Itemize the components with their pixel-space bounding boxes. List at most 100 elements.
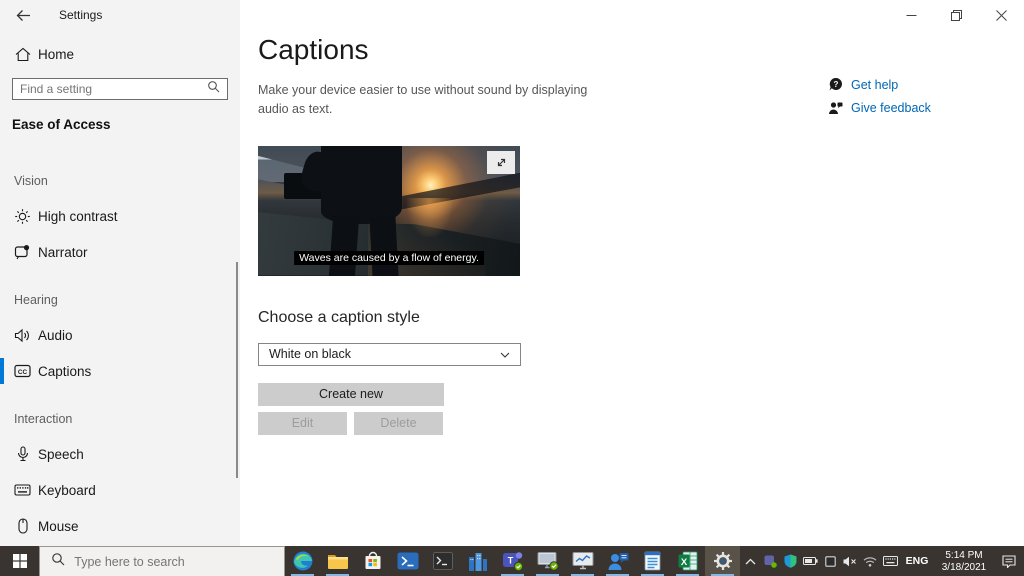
give-feedback-link[interactable]: Give feedback: [827, 100, 931, 115]
taskbar-apps: T X: [285, 546, 740, 576]
sidebar-item-label: Audio: [38, 328, 73, 343]
taskbar-edge-icon[interactable]: [285, 546, 320, 576]
tray-network-icon[interactable]: [860, 546, 880, 576]
settings-window: Settings Home Ease of Access Vision High…: [0, 0, 1024, 546]
taskbar-teams-icon[interactable]: T: [495, 546, 530, 576]
sidebar-item-keyboard[interactable]: Keyboard: [0, 472, 240, 508]
sidebar-item-label: Mouse: [38, 519, 79, 534]
person-leg: [369, 216, 398, 275]
tray-language-indicator[interactable]: ENG: [900, 555, 934, 567]
sidebar-item-mouse[interactable]: Mouse: [0, 508, 240, 544]
main-panel: Captions Make your device easier to use …: [240, 0, 1024, 546]
svg-text:T: T: [507, 556, 513, 566]
taskbar-excel-icon[interactable]: X: [670, 546, 705, 576]
caption-style-dropdown[interactable]: White on black: [258, 343, 521, 366]
tray-time: 5:14 PM: [934, 550, 994, 562]
tray-battery-icon[interactable]: [800, 546, 820, 576]
taskbar-file-explorer-icon[interactable]: [320, 546, 355, 576]
tray-teams-icon[interactable]: [760, 546, 780, 576]
home-icon: [14, 47, 31, 62]
sidebar-scrollbar[interactable]: [236, 262, 238, 478]
dropdown-selected-value: White on black: [269, 347, 351, 361]
edit-button[interactable]: Edit: [258, 412, 347, 435]
titlebar: Settings: [0, 0, 240, 30]
tray-volume-muted-icon[interactable]: [840, 546, 860, 576]
mouse-icon: [14, 518, 31, 534]
narrator-icon: [14, 244, 31, 260]
taskbar-search-box[interactable]: [39, 546, 285, 576]
page-title: Captions: [258, 34, 1024, 66]
sun-icon: [14, 208, 31, 225]
give-feedback-label: Give feedback: [851, 101, 931, 115]
sidebar-item-speech[interactable]: Speech: [0, 436, 240, 472]
fullscreen-expand-button[interactable]: [487, 151, 515, 174]
sidebar-item-label: High contrast: [38, 209, 118, 224]
chevron-down-icon: [500, 347, 510, 361]
sidebar-item-label: Home: [38, 47, 74, 62]
caption-preview-video: Waves are caused by a flow of energy.: [258, 146, 520, 276]
help-links: ? Get help Give feedback: [827, 77, 931, 115]
taskbar-cmd-icon[interactable]: [425, 546, 460, 576]
minimize-button[interactable]: [889, 0, 934, 30]
tray-touch-keyboard-icon[interactable]: [880, 546, 900, 576]
taskbar-buildings-icon[interactable]: [460, 546, 495, 576]
window-controls: [889, 0, 1024, 30]
taskbar-monitor-check-icon[interactable]: [530, 546, 565, 576]
tray-defender-shield-icon[interactable]: [780, 546, 800, 576]
sidebar-item-audio[interactable]: Audio: [0, 317, 240, 353]
tray-date: 3/18/2021: [934, 562, 994, 574]
sidebar-item-label: Captions: [38, 364, 91, 379]
svg-text:?: ?: [833, 80, 838, 89]
system-tray: ENG 5:14 PM 3/18/2021: [740, 546, 1024, 576]
sidebar-item-label: Speech: [38, 447, 84, 462]
taskbar: T X: [0, 546, 1024, 576]
tray-clock[interactable]: 5:14 PM 3/18/2021: [934, 549, 994, 574]
sidebar-item-label: Narrator: [38, 245, 88, 260]
taskbar-settings-icon[interactable]: [705, 546, 740, 576]
svg-text:X: X: [680, 557, 687, 568]
sidebar-item-high-contrast[interactable]: High contrast: [0, 198, 240, 234]
taskbar-powershell-icon[interactable]: [390, 546, 425, 576]
taskbar-monitor-chart-icon[interactable]: [565, 546, 600, 576]
group-label-interaction: Interaction: [14, 412, 240, 426]
sidebar-item-label: Keyboard: [38, 483, 96, 498]
search-icon: [51, 552, 65, 571]
edit-delete-row: Edit Delete: [258, 412, 1024, 435]
back-button[interactable]: [16, 7, 32, 23]
category-title: Ease of Access: [12, 118, 240, 132]
keyboard-icon: [14, 484, 31, 496]
get-help-link[interactable]: ? Get help: [827, 77, 931, 92]
group-label-vision: Vision: [14, 174, 240, 188]
start-button[interactable]: [0, 546, 39, 576]
tray-display-icon[interactable]: [820, 546, 840, 576]
sidebar-item-captions[interactable]: CC Captions: [0, 353, 240, 389]
cc-icon: CC: [14, 364, 31, 378]
style-section-heading: Choose a caption style: [258, 309, 1024, 327]
delete-button[interactable]: Delete: [354, 412, 443, 435]
search-icon[interactable]: [207, 80, 220, 98]
restore-button[interactable]: [934, 0, 979, 30]
sidebar-item-narrator[interactable]: Narrator: [0, 234, 240, 270]
search-box[interactable]: [12, 78, 228, 100]
page-description: Make your device easier to use without s…: [258, 81, 603, 119]
action-center-icon[interactable]: [994, 546, 1024, 576]
app-title: Settings: [59, 8, 102, 22]
svg-text:CC: CC: [18, 369, 28, 376]
help-chat-icon: ?: [827, 77, 844, 92]
person-leg: [329, 216, 359, 275]
taskbar-notepad-icon[interactable]: [635, 546, 670, 576]
sidebar: Settings Home Ease of Access Vision High…: [0, 0, 240, 546]
taskbar-store-icon[interactable]: [355, 546, 390, 576]
get-help-label: Get help: [851, 78, 898, 92]
person-silhouette: [321, 146, 402, 224]
close-button[interactable]: [979, 0, 1024, 30]
create-new-button[interactable]: Create new: [258, 383, 444, 406]
microphone-icon: [14, 446, 31, 462]
tray-chevron-up-icon[interactable]: [740, 546, 760, 576]
sidebar-item-home[interactable]: Home: [0, 42, 240, 66]
feedback-person-icon: [827, 100, 844, 115]
taskbar-search-input[interactable]: [74, 555, 273, 569]
search-input[interactable]: [20, 82, 207, 96]
group-label-hearing: Hearing: [14, 293, 240, 307]
taskbar-contact-chat-icon[interactable]: [600, 546, 635, 576]
